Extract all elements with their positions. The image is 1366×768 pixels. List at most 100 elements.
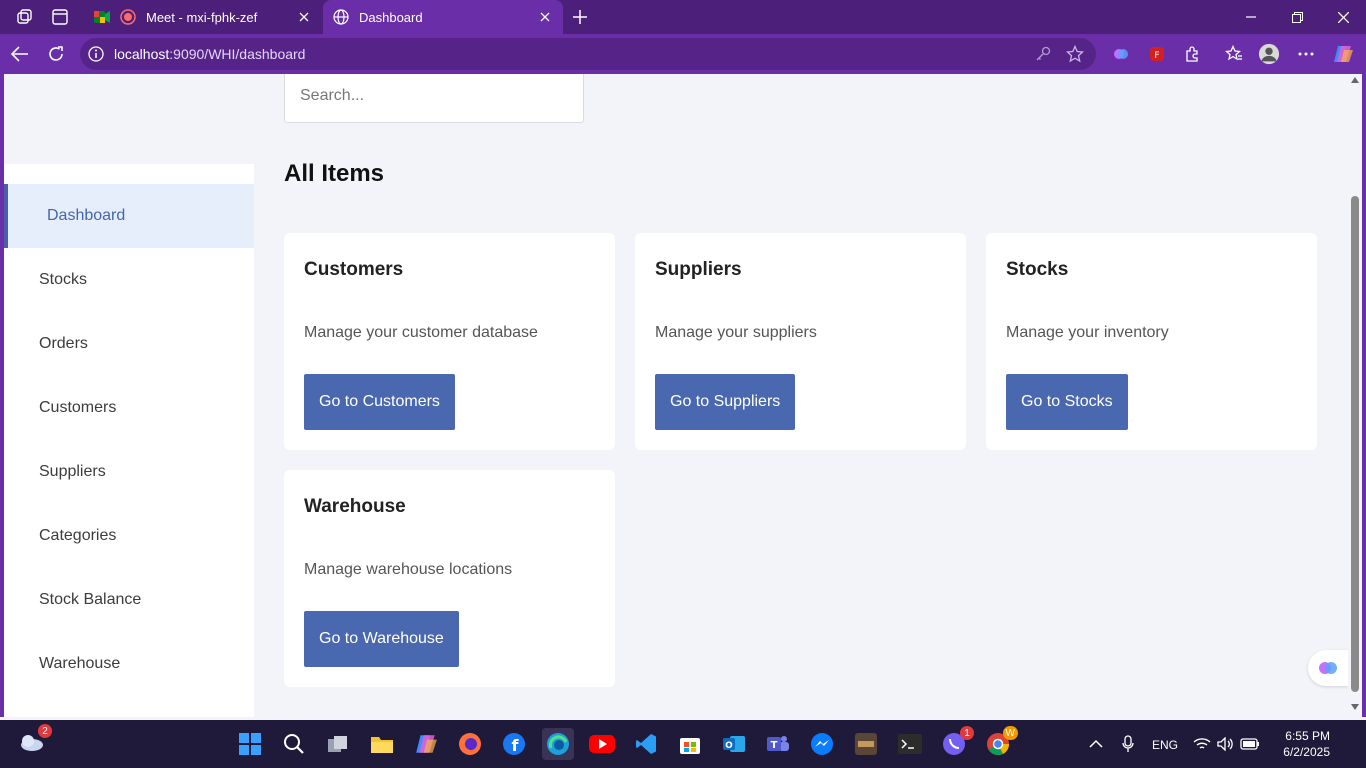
taskbar-clock[interactable]: 6:55 PM 6/2/2025 [1268, 728, 1330, 760]
sidebar-item-customers[interactable]: Customers [4, 376, 254, 440]
card-stocks: Stocks Manage your inventory Go to Stock… [986, 233, 1317, 450]
close-window-icon[interactable] [1320, 0, 1366, 34]
card-warehouse: Warehouse Manage warehouse locations Go … [284, 470, 615, 687]
close-tab-icon[interactable] [535, 7, 555, 27]
favorites-icon[interactable] [1223, 43, 1245, 65]
sidebar: Dashboard Stocks Orders Customers Suppli… [4, 164, 254, 717]
clock-date: 6/2/2025 [1283, 745, 1330, 759]
card-title: Stocks [1006, 259, 1069, 280]
window-border [1362, 74, 1366, 717]
go-to-stocks-button[interactable]: Go to Stocks [1006, 374, 1128, 430]
facebook-icon[interactable]: f [500, 730, 528, 758]
copilot-extension-icon[interactable] [1110, 43, 1132, 65]
card-description: Manage your suppliers [655, 324, 817, 341]
language-indicator[interactable]: ENG [1152, 738, 1178, 752]
more-menu-icon[interactable] [1295, 43, 1317, 65]
sidebar-item-categories[interactable]: Categories [4, 504, 254, 568]
vscode-icon[interactable] [632, 730, 660, 758]
task-view-icon[interactable] [324, 730, 352, 758]
key-icon[interactable] [1032, 43, 1054, 65]
messenger-icon[interactable] [808, 730, 836, 758]
browser-titlebar: Meet - mxi-fphk-zef Dashboard [0, 0, 1366, 34]
scroll-down-arrow-icon[interactable] [1351, 704, 1359, 710]
copilot-icon[interactable] [1332, 43, 1354, 65]
browser-toolbar: localhost:9090/WHI/dashboard F [0, 34, 1366, 74]
card-customers: Customers Manage your customer database … [284, 233, 615, 450]
card-suppliers: Suppliers Manage your suppliers Go to Su… [635, 233, 966, 450]
taskbar: 2 f O T 1 W ENG [0, 720, 1366, 768]
url-host: localhost [114, 46, 170, 62]
sidebar-item-stock-balance[interactable]: Stock Balance [4, 568, 254, 632]
teams-icon[interactable]: T [764, 730, 792, 758]
refresh-icon[interactable] [44, 42, 68, 66]
minimize-icon[interactable] [1228, 0, 1274, 34]
copilot-app-icon[interactable] [412, 730, 440, 758]
svg-text:F: F [1154, 51, 1159, 61]
battery-icon[interactable] [1236, 730, 1264, 758]
game-app-icon[interactable] [852, 730, 880, 758]
weather-badge: 2 [38, 724, 52, 738]
sidebar-item-stocks[interactable]: Stocks [4, 248, 254, 312]
sidebar-item-dashboard[interactable]: Dashboard [4, 184, 254, 248]
chevron-up-icon[interactable] [1082, 730, 1110, 758]
back-arrow-icon[interactable] [8, 42, 32, 66]
svg-text:O: O [725, 741, 733, 751]
card-title: Warehouse [304, 496, 406, 517]
favorite-star-icon[interactable] [1064, 43, 1086, 65]
vertical-tabs-icon[interactable] [49, 6, 71, 28]
viber-badge: 1 [960, 726, 974, 740]
search-input[interactable] [284, 74, 584, 123]
extension-f-icon[interactable]: F [1146, 43, 1168, 65]
sidebar-item-warehouse[interactable]: Warehouse [4, 632, 254, 696]
card-description: Manage your customer database [304, 324, 538, 341]
recording-icon [120, 9, 136, 25]
terminal-icon[interactable] [896, 730, 924, 758]
go-to-customers-button[interactable]: Go to Customers [304, 374, 455, 430]
youtube-icon[interactable] [588, 730, 616, 758]
tab-title: Meet - mxi-fphk-zef [146, 9, 258, 25]
sidebar-item-orders[interactable]: Orders [4, 312, 254, 376]
profile-avatar[interactable] [1258, 43, 1280, 65]
url-text[interactable]: localhost:9090/WHI/dashboard [114, 46, 1032, 62]
tab-meet[interactable]: Meet - mxi-fphk-zef [84, 0, 322, 34]
scrollbar-thumb[interactable] [1351, 196, 1359, 692]
search-icon[interactable] [280, 730, 308, 758]
file-explorer-icon[interactable] [368, 730, 396, 758]
svg-text:f: f [512, 736, 520, 755]
card-description: Manage warehouse locations [304, 561, 513, 578]
address-bar[interactable]: localhost:9090/WHI/dashboard [80, 38, 1096, 70]
outlook-icon[interactable]: O [720, 730, 748, 758]
chrome-icon[interactable]: W [984, 726, 1018, 758]
clock-time: 6:55 PM [1285, 729, 1330, 743]
url-path: :9090/WHI/dashboard [169, 46, 306, 62]
viber-icon[interactable]: 1 [940, 726, 974, 758]
microsoft-store-icon[interactable] [676, 730, 704, 758]
microphone-icon[interactable] [1114, 730, 1142, 758]
sidebar-item-suppliers[interactable]: Suppliers [4, 440, 254, 504]
scroll-up-arrow-icon[interactable] [1351, 77, 1359, 83]
site-info-icon[interactable] [88, 46, 104, 62]
globe-icon [333, 9, 349, 25]
chrome-profile-badge: W [1002, 726, 1018, 740]
weather-widget-icon[interactable]: 2 [18, 724, 52, 756]
page-viewport: Dashboard Stocks Orders Customers Suppli… [4, 74, 1348, 717]
tab-title: Dashboard [359, 9, 423, 25]
workspaces-icon[interactable] [14, 6, 36, 28]
meet-logo-icon [94, 9, 110, 25]
close-tab-icon[interactable] [294, 7, 314, 27]
floating-copilot-icon[interactable] [1308, 650, 1348, 686]
restore-icon[interactable] [1274, 0, 1320, 34]
go-to-warehouse-button[interactable]: Go to Warehouse [304, 611, 459, 667]
svg-text:T: T [771, 740, 778, 751]
page-scrollbar[interactable] [1348, 74, 1362, 717]
tab-dashboard[interactable]: Dashboard [323, 0, 563, 34]
extensions-puzzle-icon[interactable] [1182, 43, 1204, 65]
new-tab-icon[interactable] [568, 5, 592, 29]
windows-start-icon[interactable] [236, 730, 264, 758]
go-to-suppliers-button[interactable]: Go to Suppliers [655, 374, 796, 430]
card-title: Suppliers [655, 259, 742, 280]
edge-browser-icon[interactable] [542, 728, 574, 760]
card-title: Customers [304, 259, 404, 280]
firefox-icon[interactable] [456, 730, 484, 758]
card-description: Manage your inventory [1006, 324, 1169, 341]
